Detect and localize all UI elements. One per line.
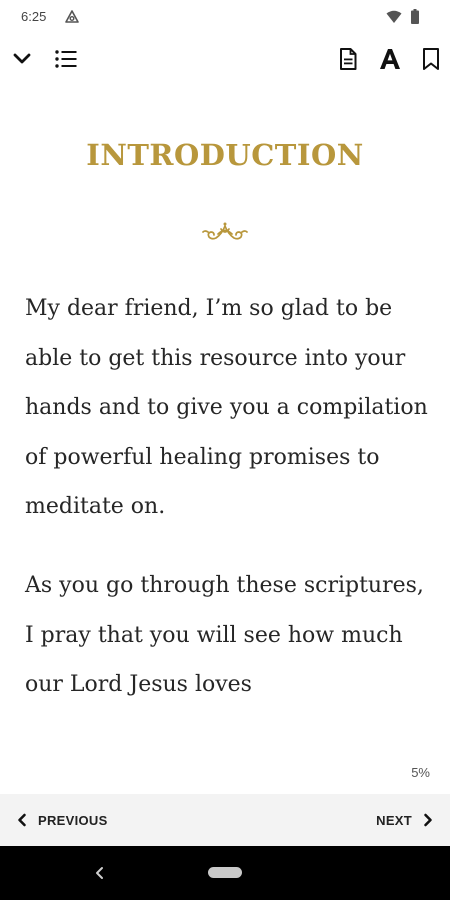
flourish-ornament-icon <box>202 222 248 240</box>
battery-icon <box>411 9 419 24</box>
reader-toolbar <box>0 38 450 78</box>
back-icon[interactable] <box>90 863 110 883</box>
reading-progress: 5% <box>411 765 430 780</box>
system-navigation-bar <box>0 846 450 900</box>
bookmark-icon <box>423 48 439 70</box>
table-of-contents-button[interactable] <box>53 46 79 72</box>
previous-button[interactable]: PREVIOUS <box>16 794 108 846</box>
font-size-icon <box>380 49 400 69</box>
notes-button[interactable] <box>335 46 361 72</box>
home-pill[interactable] <box>208 867 242 878</box>
next-button[interactable]: NEXT <box>376 794 434 846</box>
chevron-down-icon <box>13 53 31 64</box>
list-icon <box>55 50 77 68</box>
reading-text: My dear friend, I’m so glad to be able t… <box>25 284 430 739</box>
chapter-navigation: PREVIOUS NEXT <box>0 794 450 846</box>
chevron-right-icon <box>424 813 432 827</box>
wifi-icon <box>386 10 402 23</box>
chapter-title: INTRODUCTION <box>86 138 364 172</box>
paragraph: My dear friend, I’m so glad to be able t… <box>25 296 428 520</box>
android-auto-icon <box>65 10 79 23</box>
paragraph: As you go through these scriptures, I pr… <box>25 572 424 698</box>
chevron-left-icon <box>18 813 26 827</box>
collapse-button[interactable] <box>9 46 35 72</box>
status-bar: 6:25 <box>0 0 450 34</box>
next-label: NEXT <box>376 812 412 828</box>
bookmark-button[interactable] <box>418 46 444 72</box>
status-time: 6:25 <box>21 9 47 24</box>
previous-label: PREVIOUS <box>38 812 108 828</box>
document-icon <box>340 48 357 70</box>
font-settings-button[interactable] <box>377 46 403 72</box>
